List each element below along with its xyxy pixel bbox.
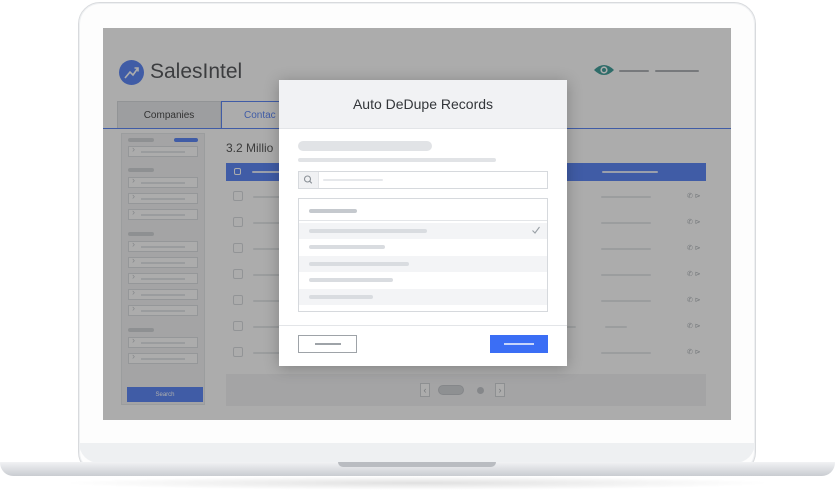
list-header [299,202,547,221]
list-item[interactable] [299,272,547,288]
list-item[interactable] [299,256,547,272]
modal-description-placeholder [298,158,496,162]
list-header-placeholder [309,209,357,213]
list-item-placeholder [309,295,373,299]
modal-title: Auto DeDupe Records [352,96,494,112]
confirm-button[interactable] [490,335,548,353]
list-item[interactable] [299,239,547,255]
cancel-button[interactable] [298,335,357,353]
list-item-selected[interactable] [299,223,547,239]
list-item-placeholder [309,278,393,282]
laptop-shadow [60,476,775,490]
list-item[interactable] [299,289,547,305]
dedupe-modal: Auto DeDupe Records [279,80,567,366]
check-icon [532,226,540,234]
modal-header: Auto DeDupe Records [279,80,567,129]
modal-search-input[interactable] [298,171,548,189]
list-item-placeholder [309,262,409,266]
search-icon [299,172,319,188]
list-item-placeholder [309,229,427,233]
laptop-notch [338,462,496,467]
list-item-placeholder [309,245,385,249]
modal-heading-placeholder [298,141,432,151]
laptop-chin [79,443,755,463]
record-list [298,198,548,312]
search-placeholder-line [323,179,383,181]
modal-footer-divider [279,325,567,326]
